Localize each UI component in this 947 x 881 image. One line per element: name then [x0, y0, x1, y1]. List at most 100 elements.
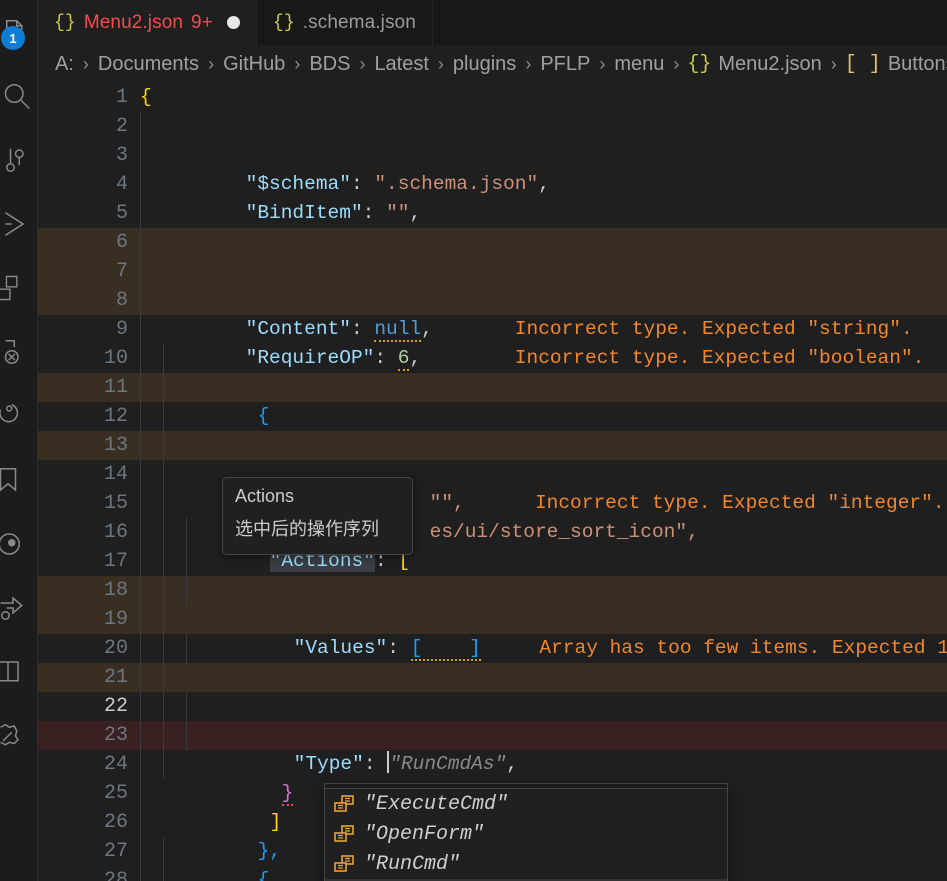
- share-icon: [3, 593, 33, 623]
- breadcrumb-separator: ›: [823, 54, 845, 75]
- explorer-badge: 1: [1, 26, 25, 50]
- editor-line: 15 "Actions": [: [38, 489, 947, 518]
- line-number: 16: [38, 521, 136, 544]
- line-number: 9: [38, 318, 136, 341]
- breadcrumb-separator: ›: [351, 54, 373, 75]
- activity-item-layout[interactable]: [0, 640, 37, 704]
- testing-icon: [3, 401, 33, 431]
- breadcrumb-item-5[interactable]: plugins: [452, 53, 517, 76]
- line-number: 10: [38, 347, 136, 370]
- editor-line: 23 } Val: [38, 721, 947, 750]
- docker-icon: [3, 529, 33, 559]
- editor-line-current: 22 "Type": "RunCmdAs",: [38, 692, 947, 721]
- editor-line: 20: [38, 634, 947, 663]
- line-number: 11: [38, 376, 136, 399]
- hover-title: Actions: [235, 486, 400, 507]
- breadcrumb-separator: ›: [200, 54, 222, 75]
- tab-bar: {} Menu2.json 9+ {} .schema.json: [38, 0, 947, 45]
- run-and-debug-icon: [3, 209, 33, 239]
- breadcrumb-item-7[interactable]: menu: [613, 53, 665, 76]
- editor-line: 11 "Text": 6, Incorrect type. Expected "…: [38, 373, 947, 402]
- editor-line: 6 "Title": {}, Incorrect type. Expected …: [38, 228, 947, 257]
- line-number: 13: [38, 434, 136, 457]
- line-number: 22: [38, 695, 136, 718]
- layout-icon: [3, 657, 33, 687]
- editor-line: 8 "RequireOP": 6, Incorrect type. Expect…: [38, 286, 947, 315]
- code-editor[interactable]: 1 { 2 "$schema": ".schema.json", 3 "Bind…: [38, 83, 947, 881]
- json-file-icon: {}: [687, 53, 711, 76]
- activity-item-extensions[interactable]: [0, 256, 37, 320]
- suggest-item[interactable]: "OpenForm": [325, 819, 727, 849]
- source-control-icon: [3, 145, 33, 175]
- line-number: 8: [38, 289, 136, 312]
- breadcrumb-item-3[interactable]: BDS: [308, 53, 351, 76]
- editor-line: 7 "Content": null, Incorrect type. Expec…: [38, 257, 947, 286]
- breadcrumb-separator: ›: [286, 54, 308, 75]
- activity-item-search[interactable]: [0, 64, 37, 128]
- suggest-item[interactable]: "ExecuteCmd": [325, 789, 727, 819]
- line-number: 5: [38, 202, 136, 225]
- line-content: }{ Missing property "Type".: [136, 605, 947, 634]
- breadcrumb-item-2[interactable]: GitHub: [222, 53, 286, 76]
- activity-item-testing[interactable]: [0, 384, 37, 448]
- line-content: [136, 634, 947, 663]
- activity-item-remote-explorer[interactable]: [0, 320, 37, 384]
- line-number: 23: [38, 724, 136, 747]
- tab-menu2-json[interactable]: {} Menu2.json 9+: [38, 0, 257, 45]
- line-content: "BindItem": "",: [136, 141, 947, 170]
- suggest-item-label: "OpenForm": [364, 823, 484, 846]
- tab-schema-json[interactable]: {} .schema.json: [257, 0, 433, 45]
- line-number: 27: [38, 840, 136, 863]
- line-content: ]: [136, 750, 947, 779]
- line-number: 3: [38, 144, 136, 167]
- line-number: 24: [38, 753, 136, 776]
- line-number: 20: [38, 637, 136, 660]
- activity-item-bookmarks[interactable]: [0, 448, 37, 512]
- breadcrumb: A: › Documents › GitHub › BDS › Latest ›…: [38, 45, 947, 83]
- suggest-item-label: "RunCmd": [364, 853, 460, 876]
- editor-line: 17 "Type": "RunCmdAs",: [38, 547, 947, 576]
- activity-item-run-debug[interactable]: [0, 192, 37, 256]
- suggest-widget[interactable]: "ExecuteCmd" "OpenForm": [324, 788, 728, 881]
- line-content: {: [136, 83, 947, 112]
- breadcrumb-item-4[interactable]: Latest: [373, 53, 429, 76]
- breadcrumb-separator: ›: [517, 54, 539, 75]
- activity-item-settings[interactable]: [0, 704, 37, 768]
- line-number: 14: [38, 463, 136, 486]
- breadcrumb-item-0[interactable]: A:: [54, 53, 75, 76]
- breadcrumb-item-9[interactable]: Buttons: [887, 53, 947, 76]
- activity-item-docker[interactable]: [0, 512, 37, 576]
- editor-line: 3 "BindItem": "",: [38, 141, 947, 170]
- json-file-icon: {}: [54, 13, 76, 33]
- line-content: } Val: [136, 721, 947, 750]
- line-number: 7: [38, 260, 136, 283]
- breadcrumb-separator: ›: [591, 54, 613, 75]
- bookmark-icon: [3, 465, 33, 495]
- editor-line: 1 {: [38, 83, 947, 112]
- suggest-item[interactable]: "RunCmd": [325, 849, 727, 879]
- breadcrumb-separator: ›: [430, 54, 452, 75]
- line-content: "$schema": ".schema.json",: [136, 112, 947, 141]
- tab-modified-dot[interactable]: [227, 16, 240, 29]
- breadcrumb-item-6[interactable]: PFLP: [539, 53, 591, 76]
- breadcrumb-item-8[interactable]: Menu2.json: [717, 53, 822, 76]
- line-number: 21: [38, 666, 136, 689]
- activity-item-source-control[interactable]: [0, 128, 37, 192]
- json-file-icon: {}: [273, 13, 295, 33]
- array-symbol-icon: [ ]: [845, 53, 881, 76]
- editor-line: 13 "", Incorrect type. Expected "integer…: [38, 431, 947, 460]
- line-number: 28: [38, 869, 136, 881]
- line-number: 2: [38, 115, 136, 138]
- breadcrumb-separator: ›: [665, 54, 687, 75]
- line-content: "Content": null, Incorrect type. Expecte…: [136, 257, 947, 286]
- enum-member-icon: [333, 795, 355, 813]
- tab-label: .schema.json: [303, 12, 416, 34]
- vscode-window: 1: [0, 0, 947, 881]
- tab-bar-filler: [433, 0, 947, 45]
- tab-error-badge: 9+: [191, 12, 213, 34]
- activity-item-share[interactable]: [0, 576, 37, 640]
- enum-member-icon: [333, 855, 355, 873]
- editor-line: 14 es/ui/store_sort_icon",: [38, 460, 947, 489]
- breadcrumb-item-1[interactable]: Documents: [97, 53, 200, 76]
- activity-item-explorer[interactable]: 1: [0, 0, 37, 64]
